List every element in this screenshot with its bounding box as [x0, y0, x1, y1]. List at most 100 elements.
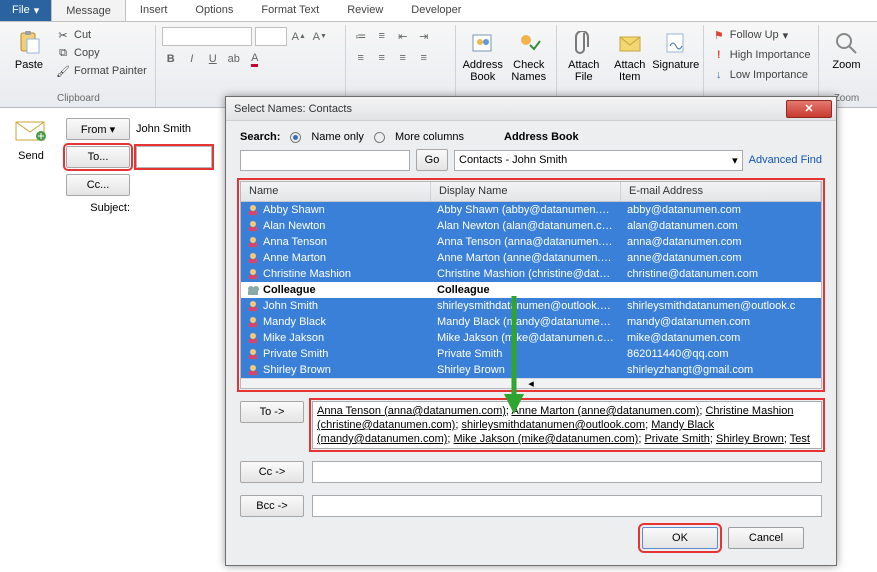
zoom-button[interactable]: Zoom: [825, 27, 867, 71]
cut-label: Cut: [74, 29, 91, 41]
go-button[interactable]: Go: [416, 149, 448, 171]
indent-button[interactable]: ⇥: [415, 27, 433, 45]
cell-name: Colleague: [263, 284, 316, 296]
cut-button[interactable]: ✂ Cut: [54, 27, 149, 43]
font-color-button[interactable]: A: [246, 50, 264, 68]
table-row[interactable]: ColleagueColleague: [241, 282, 821, 298]
dest-bcc-box[interactable]: [312, 495, 822, 517]
contact-icon: [247, 268, 259, 280]
align-right-button[interactable]: ≡: [394, 49, 412, 67]
brush-icon: 🖌: [56, 64, 70, 78]
tab-developer[interactable]: Developer: [397, 0, 475, 21]
highlight-button[interactable]: ab: [225, 50, 243, 68]
cancel-button[interactable]: Cancel: [728, 527, 804, 549]
table-row[interactable]: Shirley BrownShirley Brownshirleyzhangt@…: [241, 362, 821, 378]
radio-more-columns[interactable]: [374, 132, 385, 143]
dest-to-box[interactable]: Anna Tenson (anna@datanumen.com); Anne M…: [312, 401, 822, 449]
annotation-arrow-icon: [500, 296, 528, 416]
high-importance-label: High Importance: [730, 49, 811, 61]
advanced-find-link[interactable]: Advanced Find: [749, 154, 822, 166]
ok-button[interactable]: OK: [642, 527, 718, 549]
cc-button[interactable]: Cc...: [66, 174, 130, 196]
align-center-button[interactable]: ≡: [373, 49, 391, 67]
col-email[interactable]: E-mail Address: [621, 182, 821, 201]
italic-button[interactable]: I: [183, 50, 201, 68]
cell-name: Abby Shawn: [263, 204, 325, 216]
numbering-button[interactable]: ≡: [373, 27, 391, 45]
tab-review[interactable]: Review: [333, 0, 397, 21]
col-name[interactable]: Name: [241, 182, 431, 201]
bold-button[interactable]: B: [162, 50, 180, 68]
address-book-button[interactable]: Address Book: [462, 27, 504, 83]
address-book-combo-value: Contacts - John Smith: [459, 154, 567, 166]
send-button[interactable]: Send: [18, 150, 44, 162]
format-painter-button[interactable]: 🖌Format Painter: [54, 63, 149, 79]
font-family-select[interactable]: [162, 27, 252, 46]
attach-file-button[interactable]: Attach File: [563, 27, 605, 83]
recipient-entry[interactable]: Anna Tenson (anna@datanumen.com): [317, 405, 506, 417]
to-button[interactable]: To...: [66, 146, 130, 168]
table-row[interactable]: Mike JaksonMike Jakson (mike@datanumen.c…: [241, 330, 821, 346]
col-display[interactable]: Display Name: [431, 182, 621, 201]
from-button[interactable]: From ▾: [66, 118, 130, 140]
table-row[interactable]: Anna TensonAnna Tenson (anna@datanumen.c…: [241, 234, 821, 250]
table-row[interactable]: Christine MashionChristine Mashion (chri…: [241, 266, 821, 282]
flag-icon: ⚑: [712, 28, 726, 42]
table-row[interactable]: Abby Shawn Abby Shawn (abby@datanumen.com…: [241, 202, 821, 218]
high-importance-button[interactable]: ! High Importance: [710, 47, 813, 63]
contact-icon: [247, 252, 259, 264]
shrink-font-button[interactable]: A▼: [311, 28, 329, 46]
close-button[interactable]: ✕: [786, 100, 832, 118]
font-size-select[interactable]: [255, 27, 287, 46]
tab-file[interactable]: File ▾: [0, 0, 51, 21]
underline-button[interactable]: U: [204, 50, 222, 68]
paste-label: Paste: [15, 59, 43, 71]
dest-to-button[interactable]: To ->: [240, 401, 304, 423]
tab-options[interactable]: Options: [181, 0, 247, 21]
recipient-entry[interactable]: Mike Jakson (mike@datanumen.com): [454, 433, 639, 445]
radio-name-only[interactable]: [290, 132, 301, 143]
follow-up-button[interactable]: ⚑Follow Up ▾: [710, 27, 813, 43]
low-importance-button[interactable]: ↓Low Importance: [710, 67, 813, 83]
recipient-entry[interactable]: Private Smith: [644, 433, 709, 445]
recipient-entry[interactable]: Shirley Brown: [716, 433, 784, 445]
bullets-button[interactable]: ≔: [352, 27, 370, 45]
table-row[interactable]: Private SmithPrivate Smith862011440@qq.c…: [241, 346, 821, 362]
cc-field[interactable]: [136, 174, 212, 196]
table-row[interactable]: John Smithshirleysmithdatanumen@outlook.…: [241, 298, 821, 314]
align-left-button[interactable]: ≡: [352, 49, 370, 67]
check-names-label: Check Names: [508, 59, 550, 83]
cut-icon: ✂: [56, 28, 70, 42]
signature-button[interactable]: Signature: [655, 27, 697, 71]
paperclip-icon: [569, 29, 599, 57]
address-book-combo[interactable]: Contacts - John Smith ▾: [454, 150, 743, 171]
dest-cc-button[interactable]: Cc ->: [240, 461, 304, 483]
recipient-entry[interactable]: Test: [790, 433, 810, 445]
dest-cc-box[interactable]: [312, 461, 822, 483]
exclamation-icon: !: [712, 48, 726, 62]
recipient-entry[interactable]: Anne Marton (anne@datanumen.com): [511, 405, 699, 417]
tab-format-text[interactable]: Format Text: [247, 0, 333, 21]
grid-scroll-left[interactable]: ◂: [241, 378, 821, 388]
check-names-button[interactable]: Check Names: [508, 27, 550, 83]
attach-item-button[interactable]: Attach Item: [609, 27, 651, 83]
copy-button[interactable]: ⧉Copy: [54, 45, 149, 61]
outdent-button[interactable]: ⇤: [394, 27, 412, 45]
tab-message[interactable]: Message: [51, 0, 126, 21]
align-justify-button[interactable]: ≡: [415, 49, 433, 67]
tab-insert[interactable]: Insert: [126, 0, 182, 21]
grow-font-button[interactable]: A▲: [290, 28, 308, 46]
table-row[interactable]: Alan NewtonAlan Newton (alan@datanumen.c…: [241, 218, 821, 234]
table-row[interactable]: Anne MartonAnne Marton (anne@datanumen.c…: [241, 250, 821, 266]
cell-name: Alan Newton: [263, 220, 325, 232]
cell-display: Abby Shawn (abby@datanumen.com): [431, 204, 621, 216]
paste-button[interactable]: Paste: [8, 27, 50, 71]
dest-bcc-button[interactable]: Bcc ->: [240, 495, 304, 517]
cell-display: Anne Marton (anne@datanumen.com): [431, 252, 621, 264]
search-input[interactable]: [240, 150, 410, 171]
to-field[interactable]: [136, 146, 212, 168]
ribbon-tabs: File ▾ Message Insert Options Format Tex…: [0, 0, 877, 22]
cell-email: mandy@datanumen.com: [621, 316, 821, 328]
recipient-entry[interactable]: shirleysmithdatanumen@outlook.com: [461, 419, 645, 431]
table-row[interactable]: Mandy BlackMandy Black (mandy@datanumen.…: [241, 314, 821, 330]
